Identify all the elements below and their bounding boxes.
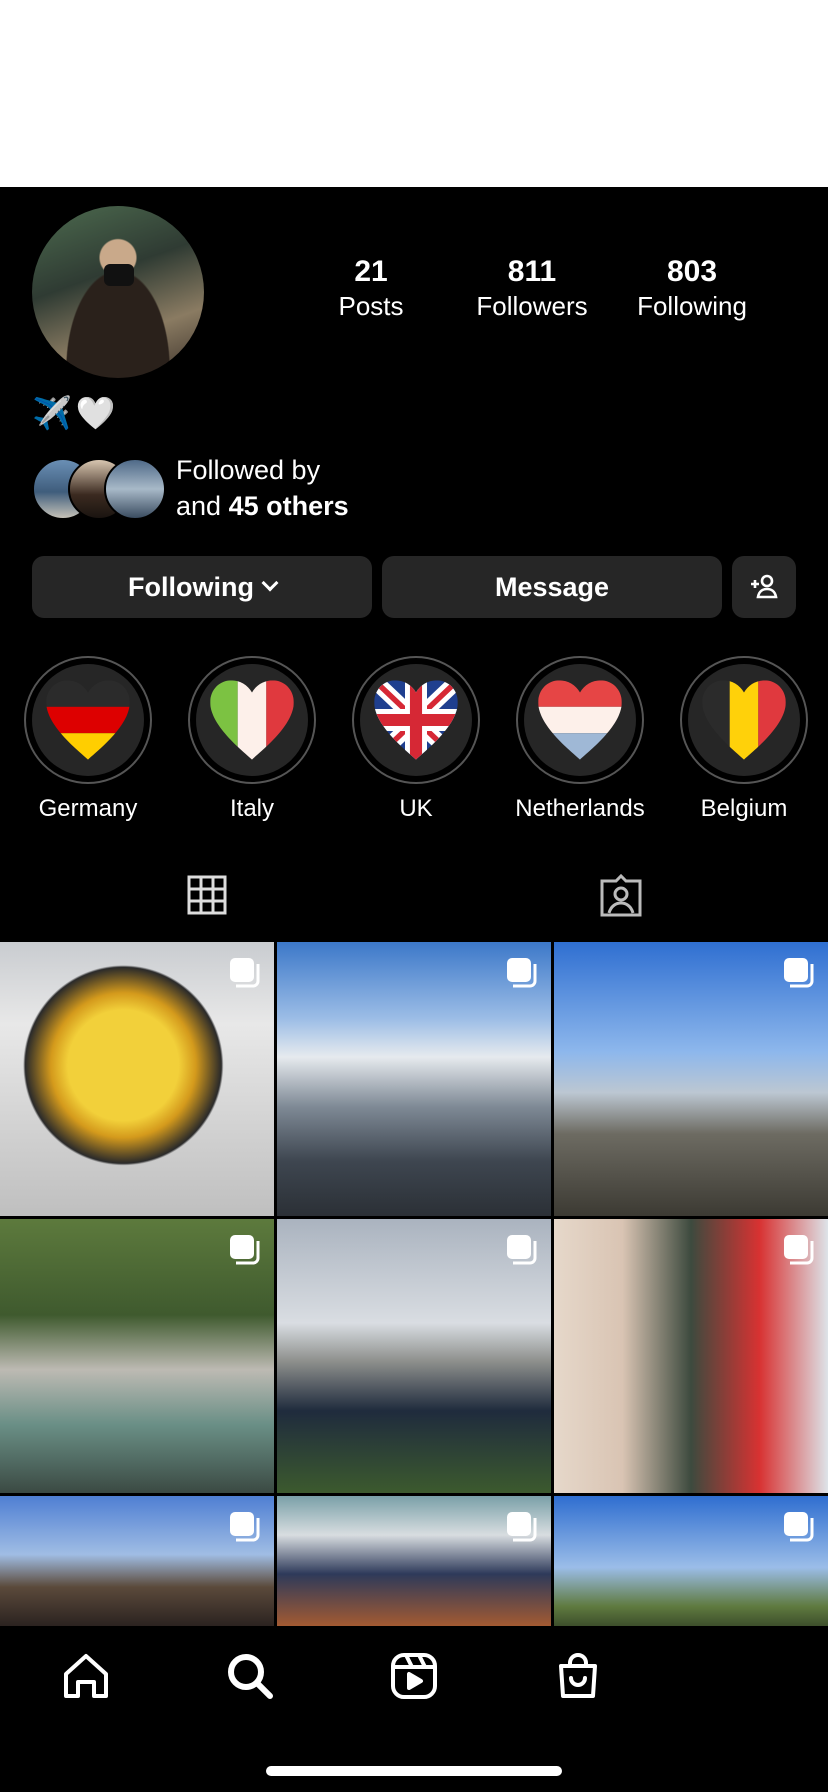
highlight-label: Netherlands (515, 795, 645, 822)
post-thumbnail[interactable] (277, 1496, 551, 1626)
stat-followers[interactable]: 811 Followers (462, 255, 602, 323)
highlight-label: Germany (38, 795, 138, 822)
stat-number: 811 (507, 255, 557, 288)
post-thumbnail[interactable] (0, 942, 274, 1216)
highlight-cover (680, 656, 808, 784)
bio-text: ✈️🤍 (32, 395, 120, 431)
stat-label: Posts (338, 291, 404, 321)
nav-reels[interactable] (386, 1648, 442, 1704)
post-thumbnail[interactable] (554, 1496, 828, 1626)
carousel-icon (507, 1235, 537, 1265)
stat-label: Following (637, 291, 747, 321)
nav-home[interactable] (58, 1648, 114, 1704)
highlight-5[interactable]: Belgium (664, 656, 824, 824)
carousel-icon (784, 1235, 814, 1265)
highlight-cover (516, 656, 644, 784)
highlight-1[interactable]: Germany (8, 656, 168, 824)
tagged-icon (600, 873, 642, 917)
highlight-cover (24, 656, 152, 784)
grid-icon (187, 875, 227, 915)
heart-flag-icon (374, 680, 458, 760)
carousel-icon (230, 1235, 260, 1265)
shop-icon (559, 1653, 597, 1698)
carousel-icon (784, 1512, 814, 1542)
search-icon (228, 1654, 273, 1699)
post-thumbnail[interactable] (0, 1496, 274, 1626)
stat-number: 21 (354, 255, 388, 288)
suggested-users-button[interactable] (732, 556, 796, 618)
highlight-2[interactable]: Italy (172, 656, 332, 824)
followed-by-prefix: and (176, 491, 229, 521)
add-person-icon (751, 574, 778, 599)
followed-by-line1: Followed by (176, 455, 321, 485)
carousel-icon (230, 1512, 260, 1542)
highlight-label: Belgium (700, 795, 788, 822)
heart-flag-icon (46, 680, 130, 760)
stat-label: Followers (476, 291, 588, 321)
highlight-cover (352, 656, 480, 784)
carousel-icon (507, 1512, 537, 1542)
highlight-label: UK (399, 795, 433, 822)
heart-flag-icon (702, 680, 786, 760)
highlight-cover (188, 656, 316, 784)
home-indicator[interactable] (266, 1766, 562, 1776)
heart-flag-icon (538, 680, 622, 760)
stat-number: 803 (666, 255, 718, 288)
post-thumbnail[interactable] (277, 1219, 551, 1493)
post-thumbnail[interactable] (277, 942, 551, 1216)
heart-flag-icon (210, 680, 294, 760)
carousel-icon (507, 958, 537, 988)
highlight-3[interactable]: UK (336, 656, 496, 824)
home-icon (64, 1654, 108, 1698)
mutual-followers-avatars[interactable] (32, 458, 166, 520)
following-button[interactable]: Following (32, 556, 372, 618)
grid-tab[interactable] (185, 873, 229, 917)
post-thumbnail[interactable] (0, 1219, 274, 1493)
message-button-label: Message (494, 571, 610, 602)
carousel-icon (230, 958, 260, 988)
nav-search[interactable] (222, 1648, 278, 1704)
post-thumbnail[interactable] (554, 942, 828, 1216)
followed-by-text[interactable]: Followed by and 45 others (176, 452, 349, 524)
avatar (104, 458, 166, 520)
status-area (0, 0, 828, 187)
message-button[interactable]: Message (382, 556, 722, 618)
reels-icon (391, 1653, 437, 1699)
following-button-label: Following (128, 571, 254, 602)
nav-shop[interactable] (550, 1648, 606, 1704)
carousel-icon (784, 958, 814, 988)
followed-by-count: 45 others (228, 491, 349, 521)
highlight-4[interactable]: Netherlands (500, 656, 660, 824)
post-thumbnail[interactable] (554, 1219, 828, 1493)
stat-following[interactable]: 803 Following (622, 255, 762, 323)
highlight-label: Italy (229, 795, 274, 822)
tagged-tab[interactable] (598, 873, 642, 917)
followed-by-line2: and 45 others (176, 488, 349, 524)
profile-avatar[interactable] (32, 206, 204, 378)
stat-posts[interactable]: 21 Posts (301, 255, 441, 323)
chevron-down-icon (261, 574, 279, 592)
